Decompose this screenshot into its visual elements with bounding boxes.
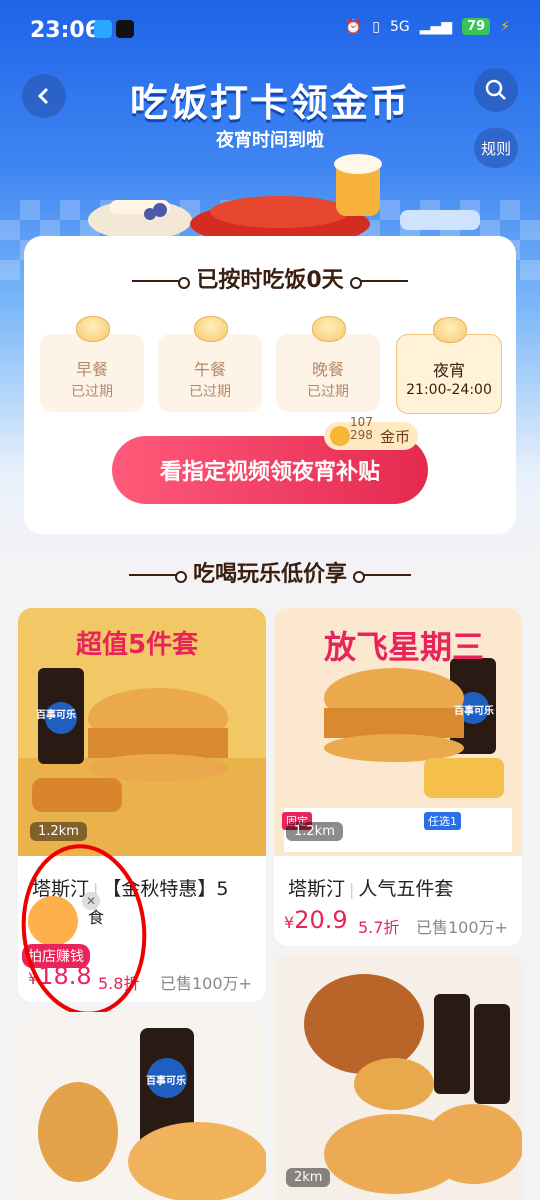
coin-label: 金币 (380, 427, 411, 446)
meal-status: 已过期 (189, 384, 231, 400)
page-subtitle: 夜宵时间到啦 (216, 130, 324, 151)
deals-heading-text: 吃喝玩乐低价享 (192, 562, 347, 587)
food-illustration (88, 154, 480, 240)
store-name: 塔斯汀 (288, 878, 346, 900)
product-image (274, 954, 522, 1200)
heading-ornament-left (128, 571, 187, 583)
product-sold: 已售100万+ (416, 918, 508, 937)
brand-label: 百事可乐 (454, 706, 494, 717)
price-value: 20.9 (294, 906, 348, 934)
heading-ornament-right (349, 277, 408, 289)
coin-icon (76, 316, 110, 342)
meal-name: 午餐 (193, 360, 226, 379)
promo-label-choice: 任选1 (424, 812, 461, 830)
coin-icon (312, 316, 346, 342)
search-icon (485, 79, 506, 100)
coin-icon (330, 426, 350, 446)
deals-heading: 吃喝玩乐低价享 (0, 556, 540, 588)
meal-breakfast[interactable]: 早餐 已过期 (40, 316, 144, 412)
distance-badge: 2km (286, 1168, 331, 1187)
heading-ornament-right (353, 571, 411, 583)
meal-status: 已过期 (307, 384, 349, 400)
brand-label: 百事可乐 (36, 710, 76, 721)
checkin-heading-text: 已按时吃饭0天 (196, 268, 344, 293)
meal-status: 已过期 (71, 384, 113, 400)
tiktok-notification-icon (116, 20, 134, 38)
product-card[interactable]: 放飞星期三 百事可乐 固定 任选1 1.2km 塔斯汀 | 人气五件套 ¥20.9 … (274, 608, 522, 946)
product-title: 人气五件套 (358, 878, 454, 900)
product-banner: 放飞星期三 (324, 628, 485, 666)
status-time: 23:06 (30, 18, 101, 43)
search-button[interactable] (474, 68, 518, 112)
product-name: 塔斯汀 | 人气五件套 (288, 878, 454, 900)
app-notification-icon (94, 20, 112, 38)
alarm-icon: ⏰ (344, 18, 363, 35)
meal-name: 早餐 (75, 360, 108, 379)
checkin-heading: 已按时吃饭0天 (24, 262, 516, 294)
signal-icon: ▂▄▆ (419, 18, 453, 35)
battery-indicator: 79 (462, 18, 491, 35)
meal-name: 夜宵 (432, 361, 465, 380)
coin-amount-rolling: 107 298 (350, 416, 373, 442)
coin-amount: 298 (350, 428, 373, 442)
meal-late-night[interactable]: 夜宵 21:00-24:00 (396, 317, 502, 414)
coin-icon (433, 317, 467, 343)
coin-amount-top: 107 (350, 415, 373, 429)
coin-reward-tag: 107 298 金币 (324, 416, 419, 450)
meal-lunch[interactable]: 午餐 已过期 (158, 316, 262, 412)
product-image (18, 1012, 266, 1200)
vibrate-icon: ▯ (372, 18, 380, 35)
status-bar: 23:06 ⏰ ▯ 5G ▂▄▆ 79 ⚡ (0, 0, 540, 60)
meal-name: 晚餐 (311, 360, 344, 379)
coin-icon (194, 316, 228, 342)
annotation-circle (21, 844, 147, 1016)
brand-label: 百事可乐 (146, 1076, 186, 1087)
product-price: ¥20.9 (284, 906, 348, 934)
distance-badge: 1.2km (286, 822, 343, 841)
product-card[interactable]: 2km (274, 954, 522, 1200)
product-card[interactable]: 百事可乐 (18, 1012, 266, 1200)
product-banner: 超值5件套 (76, 630, 199, 660)
heading-ornament-left (132, 277, 191, 289)
meal-time: 21:00-24:00 (406, 382, 492, 398)
distance-badge: 1.2km (30, 822, 87, 841)
page-title: 吃饭打卡领金币 (129, 81, 410, 125)
product-sold: 已售100万+ (160, 974, 252, 993)
meal-dinner[interactable]: 晚餐 已过期 (276, 316, 380, 412)
network-label: 5G (389, 18, 410, 35)
product-discount: 5.7折 (358, 918, 400, 937)
checkin-card: 已按时吃饭0天 早餐 已过期 午餐 已过期 晚餐 已过期 夜宵 21:00-24… (24, 236, 516, 534)
charging-icon: ⚡ (500, 18, 510, 35)
